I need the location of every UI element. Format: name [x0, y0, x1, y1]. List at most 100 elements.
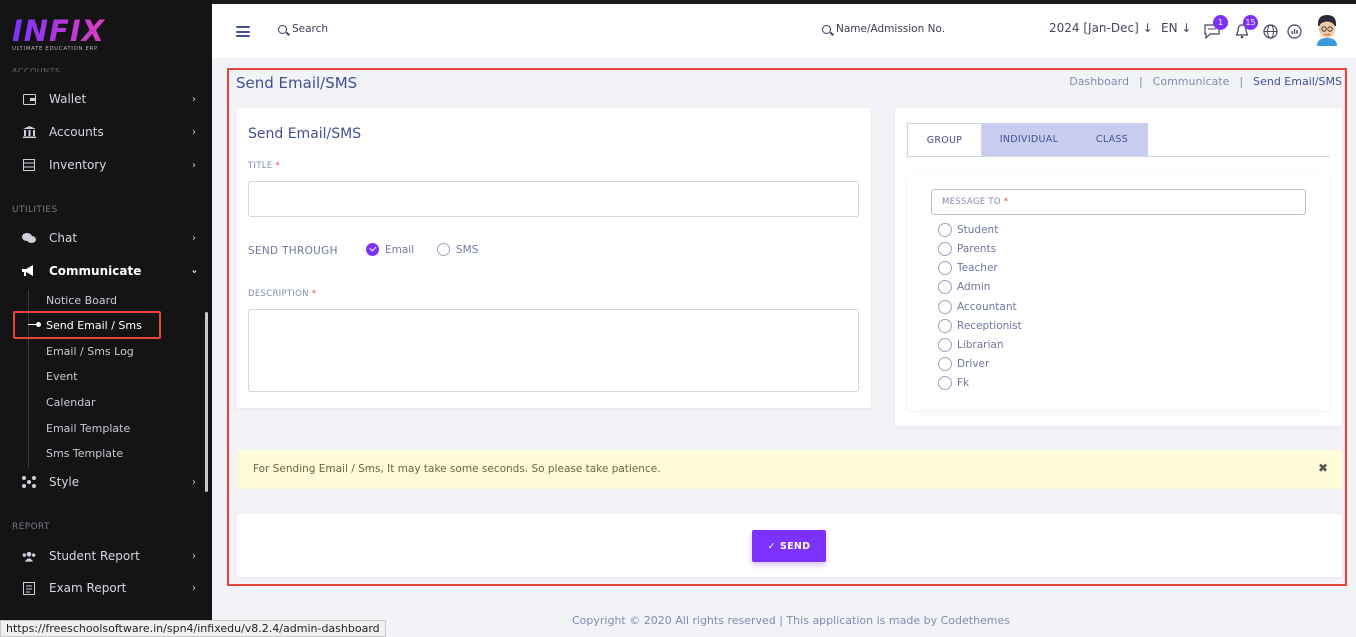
- chevron-down-icon: ›: [188, 268, 200, 274]
- arrow-down-icon: ↓: [1142, 21, 1153, 35]
- language-label: EN: [1161, 21, 1178, 35]
- tab-class[interactable]: CLASS: [1076, 123, 1148, 156]
- recipient-label: Teacher: [957, 262, 998, 274]
- send-through-email-option[interactable]: Email: [366, 243, 414, 256]
- check-icon: ✓: [767, 540, 776, 552]
- sidebar-item-wallet[interactable]: Wallet ›: [0, 86, 212, 112]
- recipient-label: Student: [957, 224, 999, 236]
- alert-text: For Sending Email / Sms, It may take som…: [253, 463, 661, 475]
- style-icon: [22, 475, 36, 489]
- message-to-field[interactable]: MESSAGE TO *: [931, 189, 1306, 215]
- recipient-option-receptionist[interactable]: Receptionist: [938, 319, 1022, 333]
- submenu-item-notice-board[interactable]: Notice Board: [46, 294, 117, 307]
- breadcrumb-dashboard[interactable]: Dashboard: [1069, 75, 1129, 88]
- send-button[interactable]: ✓ SEND: [752, 530, 826, 562]
- recipients-card: GROUP INDIVIDUAL CLASS MESSAGE TO * Stud…: [895, 108, 1342, 426]
- sidebar: INFIX ULTIMATE EDUCATION ERP ACCOUNTS Wa…: [0, 0, 212, 637]
- admission-search-label: Name/Admission No.: [836, 23, 946, 35]
- recipient-label: Librarian: [957, 339, 1004, 351]
- sidebar-item-label: Inventory: [49, 158, 107, 172]
- chevron-right-icon: ›: [192, 550, 196, 562]
- notifications-button[interactable]: 15: [1234, 15, 1258, 39]
- recipient-option-librarian[interactable]: Librarian: [938, 338, 1004, 352]
- recipient-option-fk[interactable]: Fk: [938, 376, 969, 390]
- sidebar-item-accounts[interactable]: Accounts ›: [0, 119, 212, 145]
- close-icon[interactable]: ✖: [1318, 461, 1328, 475]
- chevron-right-icon: ›: [192, 159, 196, 171]
- search-icon: [278, 24, 287, 34]
- radio[interactable]: [938, 223, 952, 237]
- wallet-icon: [22, 92, 36, 106]
- radio[interactable]: [938, 300, 952, 314]
- user-avatar[interactable]: [1314, 14, 1340, 46]
- sidebar-item-label: Accounts: [49, 125, 104, 139]
- website-button[interactable]: [1262, 23, 1278, 39]
- logo-text: INFIX: [12, 14, 132, 48]
- radio[interactable]: [938, 242, 952, 256]
- send-form-card: Send Email/SMS TITLE * SEND THROUGH Emai…: [236, 108, 871, 408]
- inventory-icon: [22, 158, 36, 172]
- users-icon: [22, 549, 36, 563]
- radio[interactable]: [938, 376, 952, 390]
- submenu-item-send-email-sms[interactable]: Send Email / Sms: [46, 319, 142, 332]
- submenu-item-calendar[interactable]: Calendar: [46, 396, 95, 409]
- chevron-right-icon: ›: [192, 93, 196, 105]
- radio[interactable]: [938, 357, 952, 371]
- tab-individual[interactable]: INDIVIDUAL: [982, 123, 1076, 156]
- recipient-option-admin[interactable]: Admin: [938, 280, 990, 294]
- title-input[interactable]: [248, 181, 859, 217]
- sidebar-item-label: Wallet: [49, 92, 87, 106]
- sidebar-item-label: Communicate: [49, 264, 142, 278]
- description-label: DESCRIPTION *: [248, 289, 317, 299]
- sidebar-section-report: REPORT: [12, 522, 50, 532]
- sidebar-item-label: Exam Report: [49, 581, 127, 595]
- sms-radio[interactable]: [437, 243, 450, 256]
- radio[interactable]: [938, 261, 952, 275]
- submenu-item-email-sms-log[interactable]: Email / Sms Log: [46, 345, 134, 358]
- menu-toggle-icon[interactable]: [236, 26, 250, 37]
- chevron-right-icon: ›: [192, 476, 196, 488]
- language-selector[interactable]: EN ↓: [1161, 21, 1191, 35]
- radio[interactable]: [938, 338, 952, 352]
- admission-search[interactable]: Name/Admission No.: [822, 23, 945, 35]
- recipient-option-driver[interactable]: Driver: [938, 357, 989, 371]
- sidebar-item-student-report[interactable]: Student Report ›: [0, 543, 212, 569]
- submenu-item-event[interactable]: Event: [46, 370, 78, 383]
- sidebar-item-inventory[interactable]: Inventory ›: [0, 152, 212, 178]
- submenu-item-email-template[interactable]: Email Template: [46, 422, 130, 435]
- menu-search[interactable]: Search: [278, 23, 328, 35]
- academic-year-selector[interactable]: 2024 [Jan-Dec] ↓: [1049, 21, 1153, 35]
- stats-button[interactable]: [1286, 23, 1302, 39]
- sidebar-item-style[interactable]: Style ›: [0, 469, 212, 495]
- sidebar-item-communicate[interactable]: Communicate ›: [0, 258, 212, 284]
- recipient-option-accountant[interactable]: Accountant: [938, 300, 1017, 314]
- description-textarea[interactable]: [248, 309, 859, 392]
- patience-alert: For Sending Email / Sms, It may take som…: [236, 450, 1342, 489]
- send-through-sms-option[interactable]: SMS: [437, 243, 478, 256]
- logo-subtitle: ULTIMATE EDUCATION ERP: [12, 46, 98, 52]
- sms-option-label: SMS: [456, 243, 479, 256]
- group-panel: MESSAGE TO * Student Parents Teacher Adm…: [907, 174, 1330, 410]
- breadcrumb: Dashboard | Communicate | Send Email/SMS: [1069, 75, 1342, 88]
- sidebar-item-exam-report[interactable]: Exam Report ›: [0, 575, 212, 601]
- sidebar-scrollbar[interactable]: [205, 312, 208, 492]
- recipient-label: Receptionist: [957, 320, 1022, 332]
- email-radio[interactable]: [366, 243, 379, 256]
- title-label: TITLE *: [248, 161, 281, 171]
- tab-group[interactable]: GROUP: [907, 123, 982, 156]
- submenu-item-sms-template[interactable]: Sms Template: [46, 447, 123, 460]
- recipient-label: Admin: [957, 281, 991, 293]
- recipient-option-parents[interactable]: Parents: [938, 242, 996, 256]
- menu-search-label: Search: [292, 23, 329, 35]
- sidebar-item-chat[interactable]: Chat ›: [0, 225, 212, 251]
- recipient-option-teacher[interactable]: Teacher: [938, 261, 998, 275]
- messages-button[interactable]: 1: [1204, 15, 1228, 39]
- search-icon: [822, 24, 831, 34]
- radio[interactable]: [938, 280, 952, 294]
- form-title: Send Email/SMS: [248, 126, 362, 142]
- send-card: ✓ SEND: [236, 514, 1342, 577]
- logo[interactable]: INFIX ULTIMATE EDUCATION ERP: [12, 14, 132, 64]
- radio[interactable]: [938, 319, 952, 333]
- breadcrumb-communicate[interactable]: Communicate: [1153, 75, 1230, 88]
- recipient-option-student[interactable]: Student: [938, 223, 998, 237]
